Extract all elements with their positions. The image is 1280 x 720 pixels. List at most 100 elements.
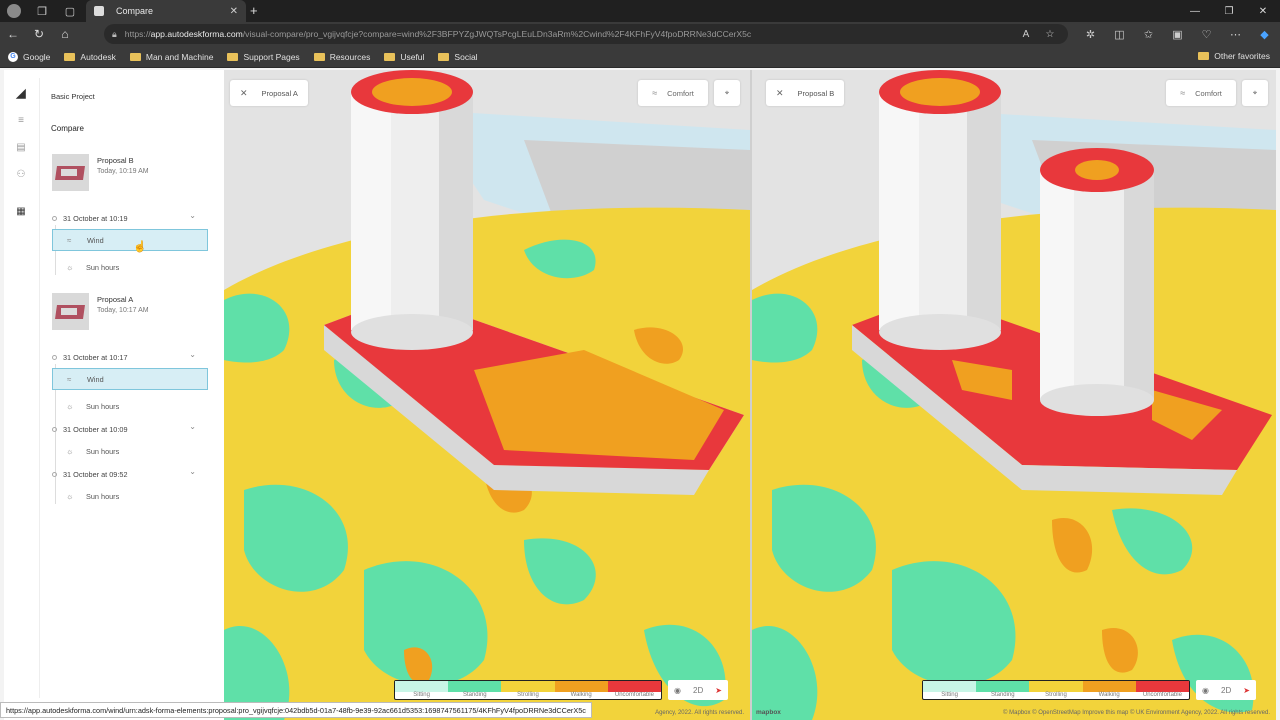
address-bar-row: ← ↻ ⌂ 🔒︎ https://app.autodeskforma.com/v…	[0, 22, 1280, 46]
compass-icon[interactable]: ➤	[1243, 686, 1250, 695]
folder-icon	[438, 52, 450, 61]
copilot-icon[interactable]: ◆	[1250, 22, 1279, 46]
analysis-item-sun-hours[interactable]: ☼ Sun hours	[52, 485, 208, 507]
compare-grid-icon[interactable]: ▦	[14, 204, 28, 218]
layers-icon[interactable]: ≡	[14, 113, 28, 127]
viewport-label-text: Proposal B	[797, 88, 835, 98]
bookmark-useful[interactable]: Useful	[384, 52, 424, 62]
home-button[interactable]: ⌂	[52, 22, 78, 46]
proposal-thumbnail	[52, 293, 89, 330]
mouse-cursor-icon: ☝	[133, 241, 147, 253]
new-tab-button[interactable]: +	[250, 0, 264, 22]
favorite-star-icon[interactable]: ☆	[1038, 22, 1062, 46]
run-dot-icon	[52, 471, 57, 477]
bookmark-resources[interactable]: Resources	[313, 52, 370, 62]
bookmark-autodesk[interactable]: Autodesk	[64, 52, 116, 62]
legend-label: Walking	[570, 692, 592, 698]
folder-icon	[384, 52, 396, 61]
url-input[interactable]: 🔒︎ https://app.autodeskforma.com/visual-…	[104, 24, 1068, 44]
legend-swatch-uncomfortable	[1135, 681, 1190, 692]
legend-swatch-standing	[448, 681, 502, 692]
chevron-down-icon[interactable]: ⌄	[189, 350, 196, 359]
proposal-thumbnail	[52, 154, 89, 191]
chevron-down-icon[interactable]: ⌄	[189, 467, 196, 476]
bookmark-google[interactable]: G Google	[8, 51, 50, 62]
wind-icon: ≈	[67, 374, 72, 384]
folder-icon	[64, 52, 76, 61]
folder-icon	[1198, 52, 1210, 60]
bookmark-man-and-machine[interactable]: Man and Machine	[129, 52, 213, 62]
view-tools: ◉ 2D ➤	[1196, 680, 1256, 700]
split-screen-icon[interactable]: ◫	[1105, 22, 1134, 46]
analysis-item-wind[interactable]: ≈ Wind	[52, 229, 208, 251]
close-icon[interactable]: ✕	[776, 88, 784, 99]
wind-legend: Sitting Standing Strolling Walking Uncom…	[922, 680, 1190, 700]
map-attribution: Agency, 2022. All rights reserved.	[655, 710, 744, 716]
profile-avatar[interactable]	[0, 0, 28, 22]
proposal-b-card[interactable]: Proposal B Today, 10:19 AM	[52, 154, 202, 194]
window-controls: — ❐ ✕	[1178, 0, 1280, 22]
proposal-a-card[interactable]: Proposal A Today, 10:17 AM	[52, 293, 202, 333]
viewport-label[interactable]: ✕ Proposal A	[230, 80, 308, 106]
run-dot-icon	[52, 215, 57, 221]
minimize-button[interactable]: —	[1178, 0, 1212, 22]
url-host: app.autodeskforma.com	[150, 29, 243, 39]
refresh-button[interactable]: ↻	[26, 22, 52, 46]
view-2d-toggle[interactable]: 2D	[693, 686, 703, 695]
extensions-icon[interactable]: ✲	[1076, 22, 1105, 46]
analysis-item-sun-hours[interactable]: ☼ Sun hours	[52, 440, 208, 462]
chevron-down-icon[interactable]: ⌄	[189, 422, 196, 431]
run-date-row[interactable]: 31 October at 10:09 ⌄	[52, 422, 202, 436]
chevron-down-icon[interactable]: ⌄	[189, 211, 196, 220]
favorites-icon[interactable]: ✩	[1134, 22, 1163, 46]
run-dot-icon	[52, 426, 57, 432]
run-date-row[interactable]: 31 October at 10:17 ⌄	[52, 350, 202, 364]
comfort-mode-label: Comfort	[667, 88, 694, 98]
bookmark-support-pages[interactable]: Support Pages	[227, 52, 300, 62]
viewport-label[interactable]: ✕ Proposal B	[766, 80, 845, 106]
viewport-proposal-a[interactable]: ✕ Proposal A ≈ Comfort ⌖ Sitting Standin…	[224, 70, 750, 720]
bookmark-social[interactable]: Social	[438, 52, 478, 62]
analysis-item-sun-hours[interactable]: ☼ Sun hours	[52, 395, 208, 417]
comfort-mode-button[interactable]: ≈ Comfort	[1166, 80, 1236, 106]
people-icon[interactable]: ⚇	[14, 167, 28, 181]
analysis-item-wind[interactable]: ≈ Wind	[52, 368, 208, 390]
locate-button[interactable]: ⌖	[1242, 80, 1268, 106]
folder-icon	[129, 52, 141, 61]
tab-compare[interactable]: Compare ✕	[86, 0, 246, 22]
analysis-item-sun-hours[interactable]: ☼ Sun hours	[52, 256, 208, 278]
collections-icon[interactable]: ▣	[1163, 22, 1192, 46]
legend-swatch-sitting	[395, 681, 449, 692]
maximize-button[interactable]: ❐	[1212, 0, 1246, 22]
compass-icon[interactable]: ➤	[715, 686, 722, 695]
close-window-button[interactable]: ✕	[1246, 0, 1280, 22]
map-attribution: © Mapbox © OpenStreetMap Improve this ma…	[1003, 710, 1270, 716]
run-date-row[interactable]: 31 October at 09:52 ⌄	[52, 467, 202, 481]
close-tab-icon[interactable]: ✕	[230, 6, 238, 17]
other-favorites[interactable]: Other favorites	[1198, 51, 1270, 61]
read-aloud-icon[interactable]: A	[1014, 22, 1038, 46]
back-button[interactable]: ←	[0, 22, 26, 46]
sun-icon: ☼	[66, 446, 74, 456]
folder-icon	[313, 52, 325, 61]
browser-essentials-icon[interactable]: ♡	[1192, 22, 1221, 46]
workspaces-icon[interactable]: ❐	[28, 0, 56, 22]
settings-more-icon[interactable]: ⋯	[1221, 22, 1250, 46]
library-icon[interactable]: ▤	[14, 140, 28, 154]
forma-logo-icon[interactable]: ◢	[14, 86, 28, 100]
viewport-proposal-b[interactable]: ✕ Proposal B ≈ Comfort ⌖ Sitting Standin…	[752, 70, 1276, 720]
view-2d-toggle[interactable]: 2D	[1221, 686, 1231, 695]
viewport-label-text: Proposal A	[261, 88, 298, 98]
run-dot-icon	[52, 354, 57, 360]
comfort-mode-button[interactable]: ≈ Comfort	[638, 80, 708, 106]
camera-icon[interactable]: ◉	[674, 686, 681, 695]
locate-button[interactable]: ⌖	[714, 80, 740, 106]
close-icon[interactable]: ✕	[240, 88, 248, 99]
run-date-row[interactable]: 31 October at 10:19 ⌄	[52, 211, 202, 225]
tab-actions-icon[interactable]: ▢	[56, 0, 84, 22]
legend-swatch-strolling	[501, 681, 555, 692]
legend-label: Strolling	[1045, 692, 1067, 698]
camera-icon[interactable]: ◉	[1202, 686, 1209, 695]
sun-icon: ☼	[66, 491, 74, 501]
mapbox-logo[interactable]: mapbox	[756, 709, 781, 716]
